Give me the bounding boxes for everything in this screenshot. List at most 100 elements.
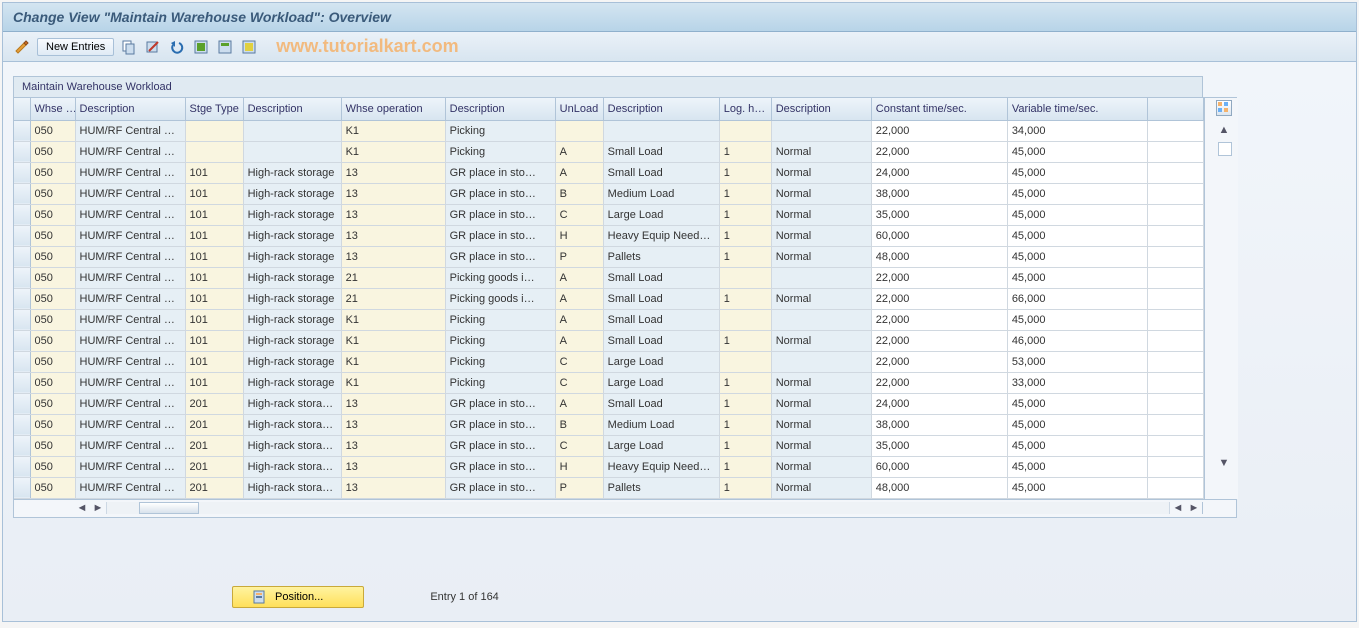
cell-const[interactable]: 22,000 <box>871 120 1007 141</box>
cell-whse[interactable]: 050 <box>30 393 75 414</box>
cell-logh[interactable] <box>719 267 771 288</box>
cell-whse[interactable]: 050 <box>30 267 75 288</box>
cell-oper[interactable]: K1 <box>341 372 445 393</box>
table-row[interactable]: 050HUM/RF Central W…101High-rack storage… <box>14 267 1204 288</box>
cell-oper[interactable]: K1 <box>341 141 445 162</box>
cell-unload[interactable] <box>555 120 603 141</box>
row-selector[interactable] <box>14 204 30 225</box>
cell-const[interactable]: 38,000 <box>871 414 1007 435</box>
cell-var[interactable]: 45,000 <box>1007 435 1147 456</box>
row-selector[interactable] <box>14 246 30 267</box>
cell-oper[interactable]: 21 <box>341 267 445 288</box>
cell-stge[interactable]: 101 <box>185 267 243 288</box>
table-row[interactable]: 050HUM/RF Central W…201High-rack storag…… <box>14 456 1204 477</box>
cell-logh[interactable] <box>719 309 771 330</box>
cell-logh[interactable]: 1 <box>719 204 771 225</box>
cell-whse[interactable]: 050 <box>30 162 75 183</box>
cell-var[interactable]: 45,000 <box>1007 162 1147 183</box>
cell-var[interactable]: 46,000 <box>1007 330 1147 351</box>
col-desc3-header[interactable]: Description <box>445 98 555 120</box>
col-logh-header[interactable]: Log. h… <box>719 98 771 120</box>
cell-var[interactable]: 45,000 <box>1007 183 1147 204</box>
cell-logh[interactable]: 1 <box>719 141 771 162</box>
cell-const[interactable]: 48,000 <box>871 246 1007 267</box>
cell-oper[interactable]: 13 <box>341 183 445 204</box>
cell-const[interactable]: 22,000 <box>871 267 1007 288</box>
cell-stge[interactable]: 101 <box>185 309 243 330</box>
cell-stge[interactable]: 201 <box>185 414 243 435</box>
scroll-down-icon[interactable]: ▼ <box>1216 455 1232 471</box>
row-selector[interactable] <box>14 267 30 288</box>
table-row[interactable]: 050HUM/RF Central W…101High-rack storage… <box>14 204 1204 225</box>
row-selector[interactable] <box>14 183 30 204</box>
scroll-thumb[interactable] <box>1218 142 1232 156</box>
col-desc5-header[interactable]: Description <box>771 98 871 120</box>
cell-whse[interactable]: 050 <box>30 477 75 498</box>
select-block-icon[interactable] <box>216 38 234 56</box>
cell-stge[interactable]: 201 <box>185 393 243 414</box>
cell-stge[interactable] <box>185 120 243 141</box>
table-row[interactable]: 050HUM/RF Central W…K1PickingASmall Load… <box>14 141 1204 162</box>
cell-stge[interactable]: 101 <box>185 288 243 309</box>
cell-whse[interactable]: 050 <box>30 183 75 204</box>
cell-oper[interactable]: K1 <box>341 351 445 372</box>
cell-var[interactable]: 45,000 <box>1007 393 1147 414</box>
cell-stge[interactable] <box>185 141 243 162</box>
table-row[interactable]: 050HUM/RF Central W…101High-rack storage… <box>14 288 1204 309</box>
table-row[interactable]: 050HUM/RF Central W…101High-rack storage… <box>14 309 1204 330</box>
cell-stge[interactable]: 101 <box>185 183 243 204</box>
cell-var[interactable]: 45,000 <box>1007 267 1147 288</box>
cell-unload[interactable]: C <box>555 435 603 456</box>
cell-const[interactable]: 24,000 <box>871 393 1007 414</box>
cell-stge[interactable]: 101 <box>185 372 243 393</box>
cell-unload[interactable]: B <box>555 183 603 204</box>
cell-unload[interactable]: H <box>555 225 603 246</box>
scroll-left-end-icon[interactable]: ◄ <box>1170 502 1186 514</box>
cell-oper[interactable]: 21 <box>341 288 445 309</box>
cell-whse[interactable]: 050 <box>30 414 75 435</box>
row-selector[interactable] <box>14 162 30 183</box>
cell-logh[interactable]: 1 <box>719 477 771 498</box>
vertical-scrollbar[interactable]: ▲ ▼ <box>1204 98 1238 499</box>
cell-logh[interactable]: 1 <box>719 246 771 267</box>
cell-oper[interactable]: 13 <box>341 246 445 267</box>
cell-logh[interactable]: 1 <box>719 225 771 246</box>
col-last-header[interactable] <box>1147 98 1203 120</box>
cell-logh[interactable]: 1 <box>719 435 771 456</box>
cell-var[interactable]: 45,000 <box>1007 141 1147 162</box>
col-whse-header[interactable]: Whse … <box>30 98 75 120</box>
cell-var[interactable]: 45,000 <box>1007 477 1147 498</box>
table-row[interactable]: 050HUM/RF Central W…201High-rack storag…… <box>14 435 1204 456</box>
cell-unload[interactable]: P <box>555 477 603 498</box>
col-desc2-header[interactable]: Description <box>243 98 341 120</box>
cell-logh[interactable]: 1 <box>719 372 771 393</box>
cell-stge[interactable]: 101 <box>185 330 243 351</box>
col-unload-header[interactable]: UnLoad <box>555 98 603 120</box>
cell-stge[interactable]: 101 <box>185 162 243 183</box>
delete-icon[interactable] <box>144 38 162 56</box>
cell-var[interactable]: 34,000 <box>1007 120 1147 141</box>
cell-const[interactable]: 22,000 <box>871 141 1007 162</box>
toggle-change-icon[interactable] <box>13 38 31 56</box>
table-row[interactable]: 050HUM/RF Central W…101High-rack storage… <box>14 225 1204 246</box>
cell-logh[interactable]: 1 <box>719 288 771 309</box>
cell-const[interactable]: 22,000 <box>871 309 1007 330</box>
cell-stge[interactable]: 201 <box>185 456 243 477</box>
col-select-header[interactable] <box>14 98 30 120</box>
cell-var[interactable]: 45,000 <box>1007 414 1147 435</box>
cell-oper[interactable]: 13 <box>341 435 445 456</box>
copy-as-icon[interactable] <box>120 38 138 56</box>
cell-const[interactable]: 24,000 <box>871 162 1007 183</box>
cell-var[interactable]: 45,000 <box>1007 246 1147 267</box>
select-all-icon[interactable] <box>192 38 210 56</box>
cell-unload[interactable]: P <box>555 246 603 267</box>
row-selector[interactable] <box>14 477 30 498</box>
scroll-right-step-icon[interactable]: ► <box>90 502 106 514</box>
col-oper-header[interactable]: Whse operation <box>341 98 445 120</box>
table-row[interactable]: 050HUM/RF Central W…101High-rack storage… <box>14 372 1204 393</box>
cell-const[interactable]: 60,000 <box>871 456 1007 477</box>
cell-whse[interactable]: 050 <box>30 141 75 162</box>
cell-const[interactable]: 22,000 <box>871 330 1007 351</box>
col-var-header[interactable]: Variable time/sec. <box>1007 98 1147 120</box>
row-selector[interactable] <box>14 393 30 414</box>
